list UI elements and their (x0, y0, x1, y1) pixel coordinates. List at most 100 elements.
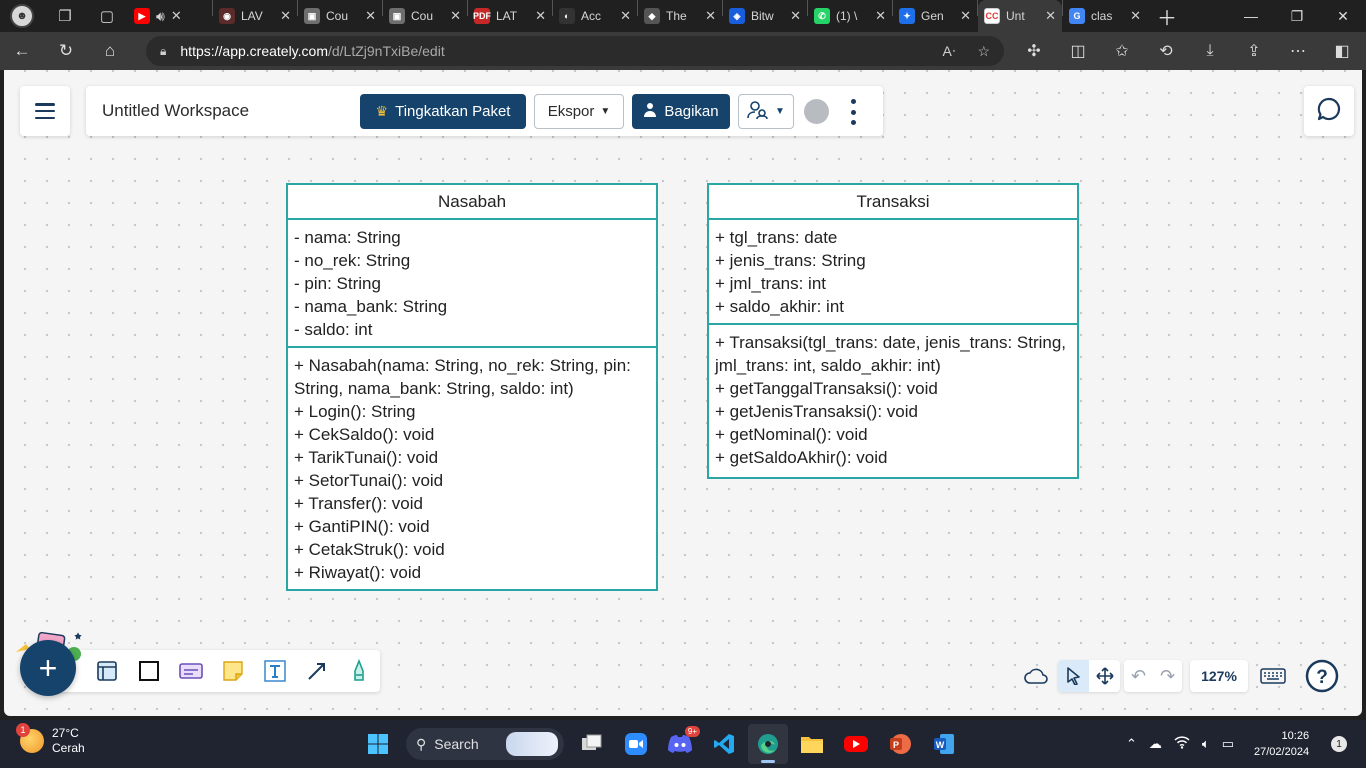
browser-tab[interactable]: ◉ LAV ✕ (213, 0, 297, 32)
share-icon[interactable]: ⇪ (1232, 32, 1276, 70)
restore-icon[interactable]: ❐ (1274, 0, 1320, 32)
close-tab-icon[interactable]: ✕ (875, 8, 886, 24)
upgrade-button[interactable]: ♛ Tingkatkan Paket (360, 94, 526, 129)
zoom-level[interactable]: 127% (1190, 660, 1248, 692)
volume-icon[interactable]: 🔈︎ (1202, 736, 1210, 752)
clock-time: 10:26 (1281, 730, 1310, 742)
task-view-icon[interactable] (572, 724, 612, 764)
uml-class-transaksi[interactable]: Transaksi + tgl_trans: date + jenis_tran… (707, 183, 1079, 479)
extensions-icon[interactable]: ✣ (1012, 32, 1056, 70)
svg-text:P: P (893, 740, 899, 750)
vscode-icon[interactable] (704, 724, 744, 764)
battery-icon[interactable]: ▭ (1222, 736, 1234, 752)
back-icon[interactable]: ← (0, 32, 44, 70)
card-tool-icon[interactable] (170, 650, 212, 692)
user-avatar[interactable] (804, 99, 829, 124)
workspaces-icon[interactable]: ❐ (44, 0, 86, 32)
uml-class-nasabah[interactable]: Nasabah - nama: String - no_rek: String … (286, 183, 658, 591)
help-icon[interactable]: ? (1304, 658, 1340, 694)
export-button[interactable]: Ekspor ▼ (534, 94, 624, 129)
redo-icon[interactable]: ↷ (1153, 660, 1182, 692)
favorites-icon[interactable]: ✩ (1100, 32, 1144, 70)
close-tab-icon[interactable]: ✕ (280, 8, 291, 24)
workspace-title[interactable]: Untitled Workspace (102, 101, 249, 121)
browser-tab[interactable]: ▣ Cou ✕ (383, 0, 467, 32)
close-tab-icon[interactable]: ✕ (1045, 8, 1056, 24)
home-icon[interactable]: ⌂ (88, 32, 132, 70)
close-tab-icon[interactable]: ✕ (450, 8, 461, 24)
close-tab-icon[interactable]: ✕ (790, 8, 801, 24)
keyboard-shortcuts-icon[interactable] (1256, 660, 1290, 692)
onedrive-cloud-icon[interactable]: ☁ (1149, 736, 1162, 752)
edge-browser-icon[interactable] (748, 724, 788, 764)
close-tab-icon[interactable]: ✕ (1130, 8, 1141, 24)
zoom-app-icon[interactable] (616, 724, 656, 764)
file-explorer-icon[interactable] (792, 724, 832, 764)
browser-tab[interactable]: PDF LAT ✕ (468, 0, 552, 32)
collaborators-button[interactable]: ▼ (738, 94, 794, 129)
favorite-star-icon[interactable]: ☆ (977, 43, 990, 60)
more-icon[interactable]: ⋯ (1276, 32, 1320, 70)
main-menu-button[interactable] (20, 86, 70, 136)
browser-tab[interactable]: ✆ (1) \ ✕ (808, 0, 892, 32)
close-tab-icon[interactable]: ✕ (535, 8, 546, 24)
browser-tab[interactable]: ◆ The ✕ (638, 0, 722, 32)
close-tab-icon[interactable]: ✕ (960, 8, 971, 24)
read-aloud-icon[interactable]: Aᐧ (943, 43, 956, 60)
tab-actions-icon[interactable]: ▢ (86, 0, 128, 32)
windows-start-icon[interactable] (358, 724, 398, 764)
sidebar-toggle-icon[interactable]: ◧ (1320, 32, 1364, 70)
attribute: - no_rek: String (294, 251, 411, 270)
close-tab-icon[interactable]: ✕ (171, 8, 182, 24)
history-icon[interactable]: ⟲ (1144, 32, 1188, 70)
comments-button[interactable] (1304, 86, 1354, 136)
browser-tab[interactable]: Gclas ✕ (1063, 0, 1147, 32)
rectangle-tool-icon[interactable] (128, 650, 170, 692)
class-name: Transaksi (709, 185, 1077, 220)
profile-avatar[interactable]: ☻ (0, 0, 44, 32)
refresh-icon[interactable]: ↻ (44, 32, 88, 70)
discord-icon[interactable]: 9+ (660, 724, 700, 764)
browser-tab[interactable]: ◐ Acc ✕ (553, 0, 637, 32)
browser-tab[interactable]: ▣ Cou ✕ (298, 0, 382, 32)
close-tab-icon[interactable]: ✕ (620, 8, 631, 24)
split-screen-icon[interactable]: ◫ (1056, 32, 1100, 70)
browser-tab[interactable]: ✦ Gen ✕ (893, 0, 977, 32)
weather-widget[interactable]: 1 27°C Cerah (16, 723, 85, 756)
weather-temp: 27°C (52, 726, 79, 740)
add-shape-button[interactable]: + (20, 640, 76, 696)
powerpoint-icon[interactable]: P (880, 724, 920, 764)
frame-tool-icon[interactable] (86, 650, 128, 692)
sticky-note-tool-icon[interactable] (212, 650, 254, 692)
wifi-icon[interactable] (1174, 736, 1190, 752)
close-window-icon[interactable]: ✕ (1320, 0, 1366, 32)
chevron-up-icon[interactable]: ⌃ (1126, 736, 1137, 752)
minimize-icon[interactable]: ― (1228, 0, 1274, 32)
more-options-icon[interactable] (848, 99, 858, 125)
taskbar-search[interactable]: ⚲ Search (406, 728, 564, 760)
youtube-app-icon[interactable] (836, 724, 876, 764)
new-tab-button[interactable]: ＋ (1147, 0, 1187, 32)
undo-icon[interactable]: ↶ (1124, 660, 1153, 692)
cloud-sync-icon[interactable] (1022, 662, 1050, 690)
word-icon[interactable]: W (924, 724, 964, 764)
text-tool-icon[interactable] (254, 650, 296, 692)
share-button[interactable]: Bagikan (632, 94, 730, 129)
pan-move-icon[interactable] (1089, 660, 1120, 692)
close-tab-icon[interactable]: ✕ (705, 8, 716, 24)
pen-tool-icon[interactable] (338, 650, 380, 692)
notification-count[interactable]: 1 (1331, 736, 1348, 752)
pointer-select-icon[interactable] (1058, 660, 1089, 692)
connector-tool-icon[interactable] (296, 650, 338, 692)
methods-section: + Transaksi(tgl_trans: date, jenis_trans… (709, 323, 1077, 474)
tab-youtube[interactable]: ▶ 🔊︎ ✕ (128, 0, 212, 32)
speaker-icon[interactable]: 🔊︎ (156, 8, 165, 25)
clock[interactable]: 10:26 27/02/2024 (1254, 728, 1309, 760)
downloads-icon[interactable]: ⤓ (1188, 32, 1232, 70)
url-input[interactable]: 🔒︎ https://app.creately.com /d/LtZj9nTxi… (146, 36, 1004, 66)
browser-tab[interactable]: CC Unt ✕ (978, 0, 1062, 32)
close-tab-icon[interactable]: ✕ (365, 8, 376, 24)
attributes-section: + tgl_trans: date + jenis_trans: String … (709, 220, 1077, 323)
browser-tab[interactable]: ◈ Bitw ✕ (723, 0, 807, 32)
diagram-canvas[interactable]: Untitled Workspace ♛ Tingkatkan Paket Ek… (4, 70, 1362, 716)
